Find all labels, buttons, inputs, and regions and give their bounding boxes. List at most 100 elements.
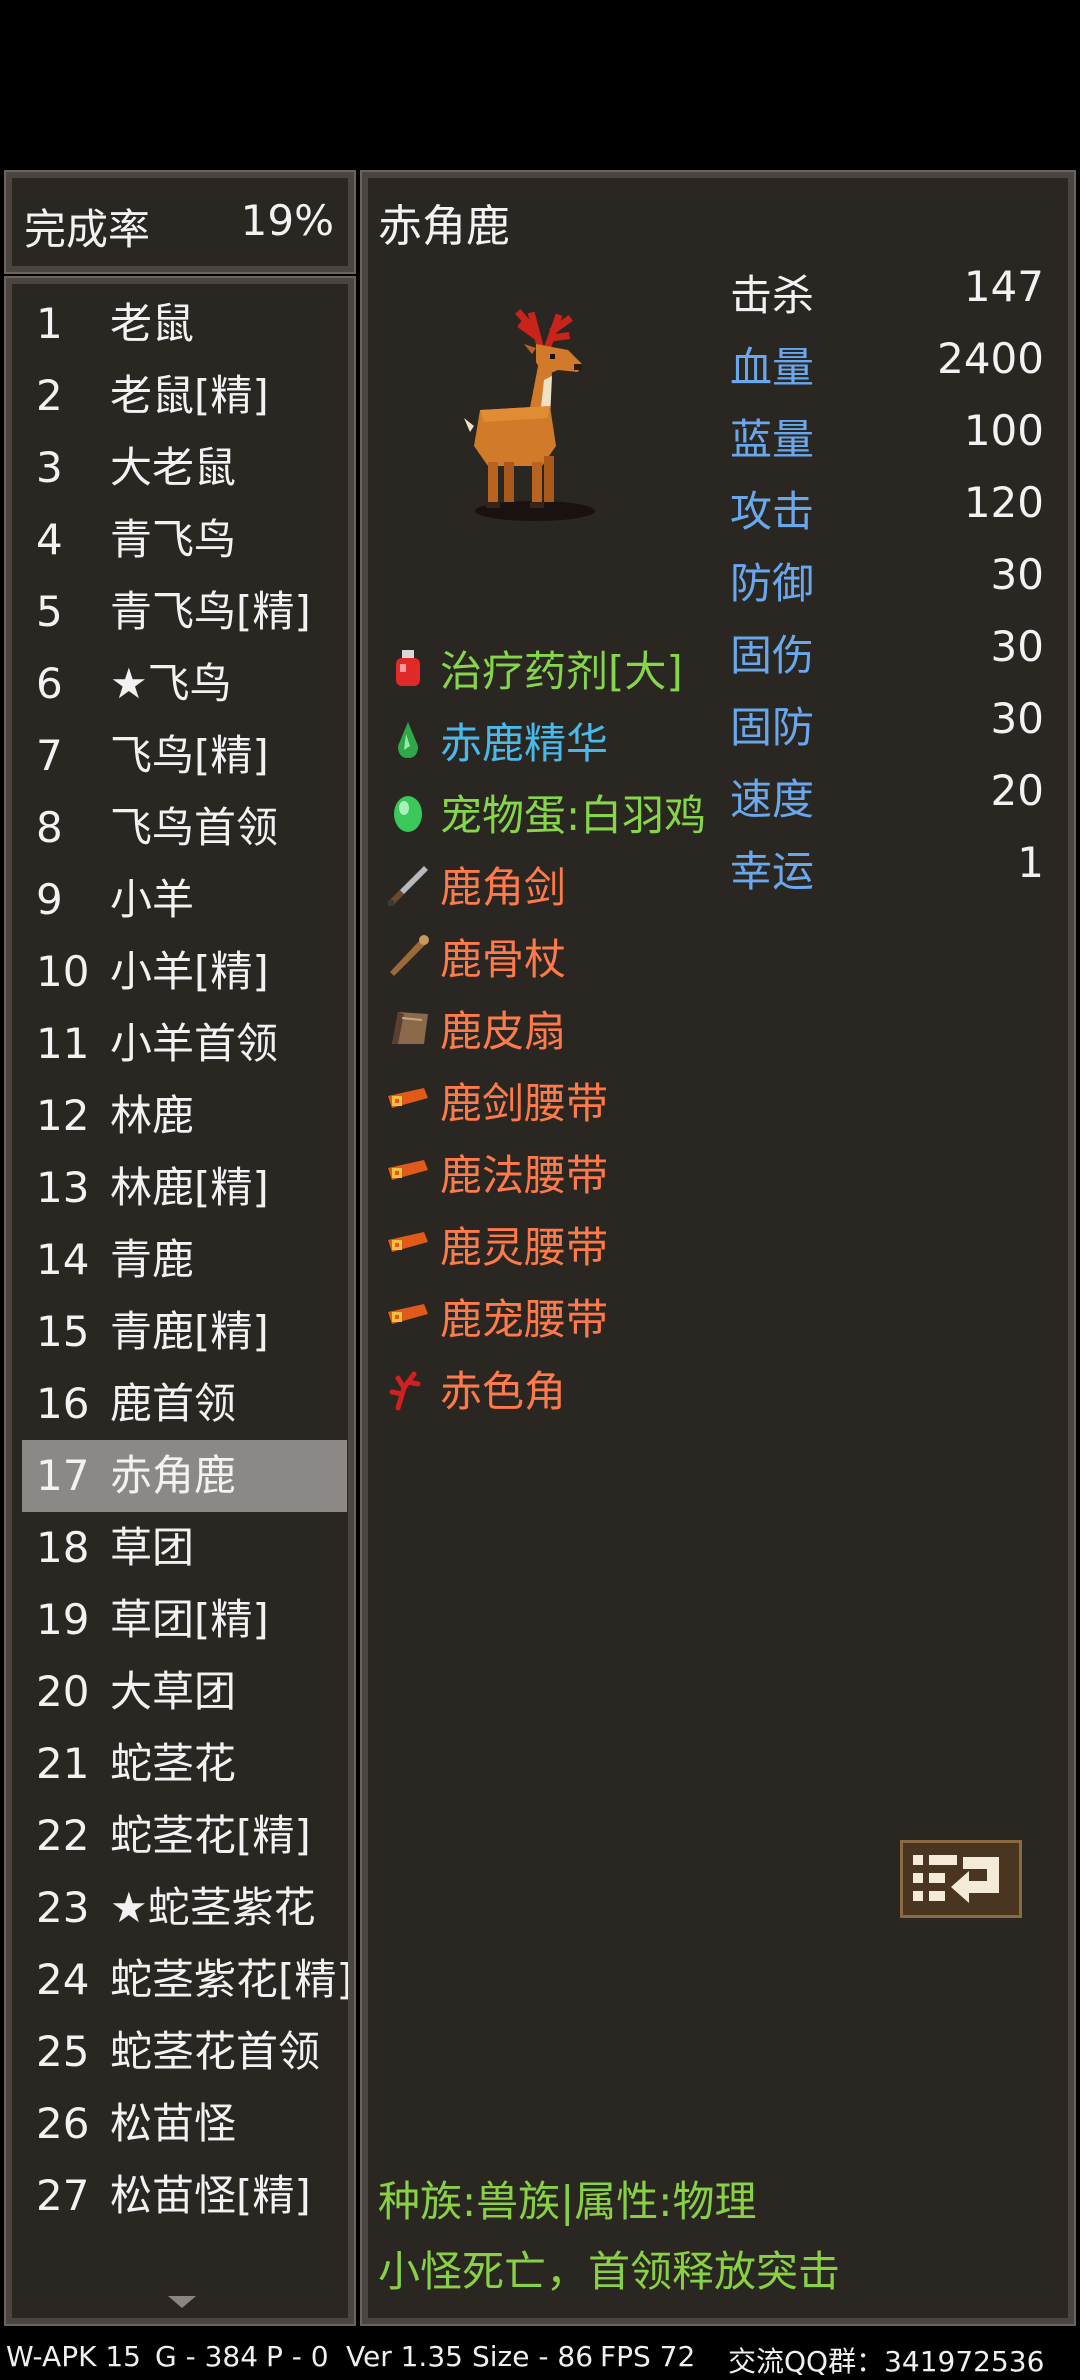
list-item-name: 蛇茎紫花[精] [110,1955,353,2004]
monster-sprite [464,309,595,521]
drop-item[interactable]: 鹿皮扇 [384,992,724,1062]
list-item[interactable]: 9 小羊 [22,864,347,936]
list-item-number: 11 [36,1019,90,1068]
stat-value: 20 [990,766,1044,815]
list-item[interactable]: 14 青鹿 [22,1224,347,1296]
list-item-number: 2 [36,371,63,420]
fan-icon [384,1004,432,1052]
list-item[interactable]: 18 草团 [22,1512,347,1584]
list-item[interactable]: 12 林鹿 [22,1080,347,1152]
list-item[interactable]: 22 蛇茎花[精] [22,1800,347,1872]
list-item-number: 3 [36,443,63,492]
stat-value: 1 [1017,838,1044,887]
list-item[interactable]: 23 ★蛇茎紫花 [22,1872,347,1944]
list-item-number: 22 [36,1811,90,1860]
list-item[interactable]: 13 林鹿[精] [22,1152,347,1224]
list-item[interactable]: 1 老鼠 [22,288,347,360]
drop-item[interactable]: 鹿骨杖 [384,920,724,990]
list-item-number: 20 [36,1667,90,1716]
list-item-number: 26 [36,2099,90,2148]
horn-icon [384,1364,432,1412]
list-item-name: 蛇茎花 [110,1739,237,1788]
status-bar: W-APK 15 G - 384 P - 0 Ver 1.35 Size - 8… [0,2340,1080,2378]
drop-item-name: 赤鹿精华 [440,719,609,768]
list-item[interactable]: 25 蛇茎花首领 [22,2016,347,2088]
list-item[interactable]: 4 青飞鸟 [22,504,347,576]
stat-label: 击杀 [730,271,815,320]
list-item[interactable]: 19 草团[精] [22,1584,347,1656]
list-item[interactable]: 20 大草团 [22,1656,347,1728]
list-item[interactable]: 6 ★飞鸟 [22,648,347,720]
list-item[interactable]: 11 小羊首领 [22,1008,347,1080]
drop-item[interactable]: 治疗药剂[大] [384,632,724,702]
drop-item[interactable]: 鹿法腰带 [384,1136,724,1206]
scroll-down-icon[interactable] [168,2296,196,2308]
list-item-name: 蛇茎花[精] [110,1811,311,1860]
list-item-number: 14 [36,1235,90,1284]
stat-label: 蓝量 [730,415,815,464]
qq-group-info: 交流QQ群：341972536 [728,2345,1045,2378]
drop-item-name: 宠物蛋:白羽鸡 [440,791,707,840]
size-info: Size - 86 [472,2340,594,2373]
stat-label: 固防 [730,703,815,752]
fps-counter: FPS 72 [600,2340,696,2373]
drop-item[interactable]: 鹿剑腰带 [384,1064,724,1134]
staff-icon [384,932,432,980]
list-item-number: 24 [36,1955,90,2004]
return-icon [913,1855,999,1903]
list-item-name: 林鹿[精] [110,1163,269,1212]
back-button[interactable] [900,1840,1022,1918]
list-item[interactable]: 5 青飞鸟[精] [22,576,347,648]
list-item-name: 老鼠 [110,299,195,348]
stat-value: 147 [963,262,1044,311]
list-item-number: 4 [36,515,63,564]
list-item-name: 松苗怪[精] [110,2171,311,2220]
list-item-name: 老鼠[精] [110,371,269,420]
apk-version: W-APK 15 [6,2340,141,2373]
list-item-number: 27 [36,2171,90,2220]
game-version: Ver 1.35 [346,2340,463,2373]
list-item[interactable]: 24 蛇茎紫花[精] [22,1944,348,2016]
list-item[interactable]: 16 鹿首领 [22,1368,347,1440]
list-item[interactable]: 10 小羊[精] [22,936,347,1008]
drop-item[interactable]: 赤色角 [384,1352,724,1422]
drop-item[interactable]: 鹿宠腰带 [384,1280,724,1350]
stat-value: 30 [990,622,1044,671]
belt-icon [384,1076,432,1124]
list-item-number: 18 [36,1523,90,1572]
list-item-number: 10 [36,947,90,996]
list-item-number: 9 [36,875,63,924]
sword-icon [384,860,432,908]
list-item[interactable]: 2 老鼠[精] [22,360,347,432]
belt-icon [384,1148,432,1196]
stat-label: 防御 [730,559,815,608]
list-item[interactable]: 17 赤角鹿 [22,1440,347,1512]
drop-item[interactable]: 鹿灵腰带 [384,1208,724,1278]
list-item[interactable]: 26 松苗怪 [22,2088,347,2160]
list-item-number: 21 [36,1739,90,1788]
egg-icon [384,788,432,836]
list-item[interactable]: 21 蛇茎花 [22,1728,347,1800]
stat-label: 速度 [730,775,815,824]
drop-item-name: 鹿灵腰带 [440,1223,609,1272]
stat-label: 固伤 [730,631,815,680]
list-item-number: 7 [36,731,63,780]
list-item[interactable]: 3 大老鼠 [22,432,347,504]
drop-item[interactable]: 赤鹿精华 [384,704,724,774]
stat-value: 30 [990,694,1044,743]
gold-count: G - 384 [155,2340,259,2373]
list-item-name: 青鹿 [110,1235,195,1284]
drop-item-name: 鹿骨杖 [440,935,567,984]
list-item[interactable]: 15 青鹿[精] [22,1296,347,1368]
monster-list[interactable]: 1 老鼠 2 老鼠[精] 3 大老鼠 4 青飞鸟 5 青飞鸟[精] 6 ★飞鸟 7 飞鸟[精] 8 飞鸟首领 9… [4,276,356,2326]
list-item[interactable]: 27 松苗怪[精] [22,2160,347,2232]
list-item-name: 蛇茎花首领 [110,2027,321,2076]
list-item[interactable]: 7 飞鸟[精] [22,720,347,792]
p-count: P - 0 [266,2340,329,2373]
list-item-name: 小羊首领 [110,1019,279,1068]
drop-item[interactable]: 宠物蛋:白羽鸡 [384,776,724,846]
drop-item[interactable]: 鹿角剑 [384,848,724,918]
race-attribute-text: 种族:兽族|属性:物理 [378,2177,757,2226]
monster-name: 赤角鹿 [378,201,510,252]
list-item[interactable]: 8 飞鸟首领 [22,792,347,864]
